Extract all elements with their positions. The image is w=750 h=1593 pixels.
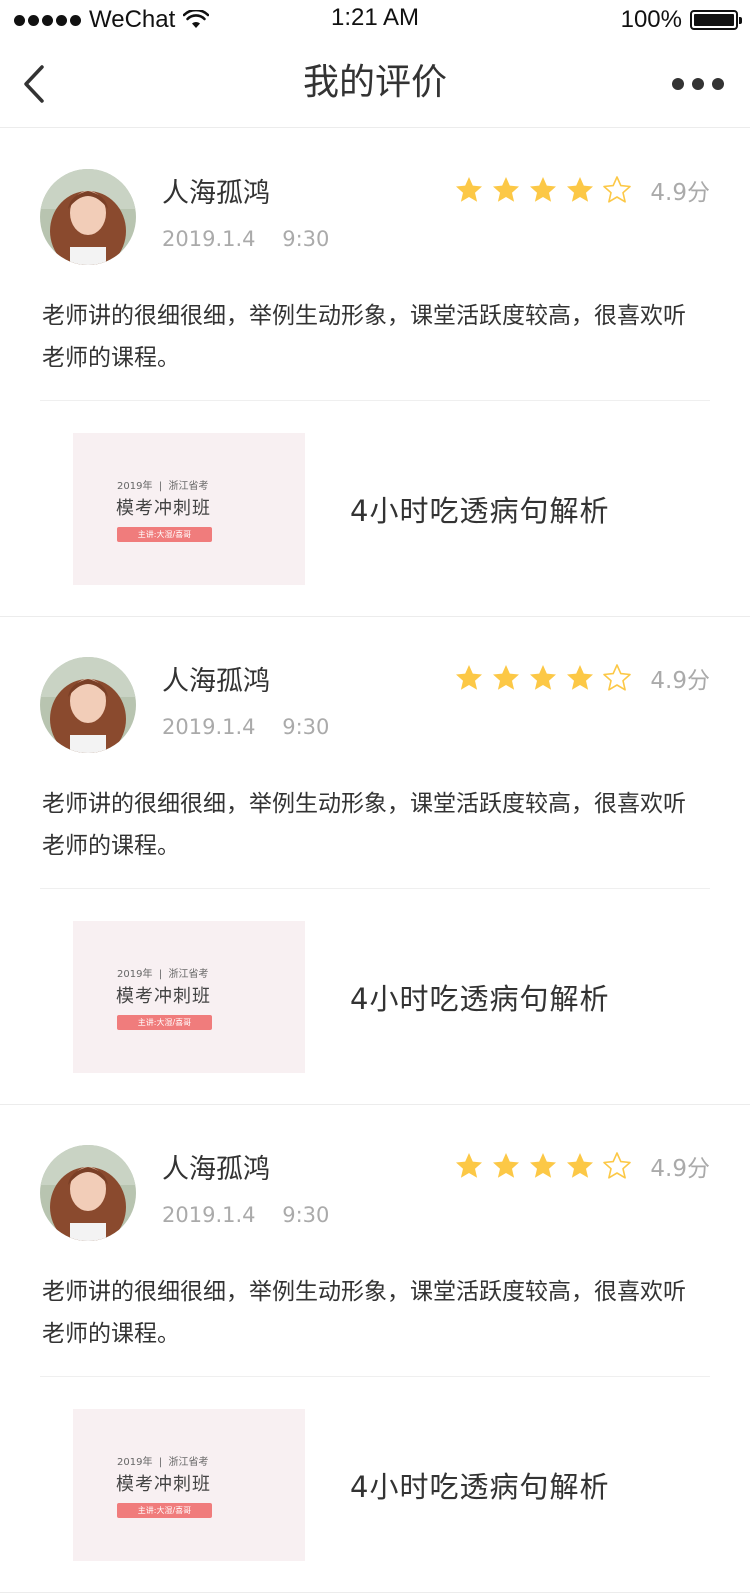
avatar[interactable] — [40, 1145, 136, 1241]
course-thumbnail[interactable]: 2019年 | 浙江省考 模考冲刺班 主讲:大湿/喜哥 — [73, 1409, 305, 1561]
avatar[interactable] — [40, 657, 136, 753]
score: 4.9分 — [650, 1156, 710, 1182]
avatar-image — [40, 169, 136, 265]
review-date: 2019.1.4 9:30 — [162, 715, 330, 739]
review-list: 人海孤鸿 2019.1.4 9:30 4.9分 老师讲的很细很细，举例生动形象，… — [0, 129, 750, 1593]
rating: 4.9分 — [454, 661, 710, 695]
thumb-title: 模考冲刺班 — [116, 498, 211, 519]
more-button[interactable] — [672, 76, 724, 92]
more-dot-icon — [692, 78, 704, 90]
review-card[interactable]: 人海孤鸿 2019.1.4 9:30 4.9分 老师讲的很细很细，举例生动形象，… — [0, 1105, 750, 1593]
avatar[interactable] — [40, 169, 136, 265]
review-date: 2019.1.4 9:30 — [162, 227, 330, 251]
star-filled-icon — [493, 1153, 520, 1178]
star-rating — [454, 175, 632, 205]
star-filled-icon — [456, 1153, 483, 1178]
course-title[interactable]: 4小时吃透病句解析 — [350, 1468, 609, 1506]
star-filled-icon — [456, 177, 483, 202]
thumb-tag: 主讲:大湿/喜哥 — [117, 1503, 212, 1518]
review-card[interactable]: 人海孤鸿 2019.1.4 9:30 4.9分 老师讲的很细很细，举例生动形象，… — [0, 617, 750, 1105]
star-filled-icon — [567, 1153, 594, 1178]
star-empty-icon — [603, 664, 632, 691]
more-dot-icon — [672, 78, 684, 90]
star-filled-icon — [530, 177, 557, 202]
navigation-bar: 我的评价 — [0, 40, 750, 128]
star-empty-icon — [603, 1152, 632, 1179]
user-name: 人海孤鸿 — [162, 1154, 270, 1185]
battery-icon — [690, 10, 742, 30]
score: 4.9分 — [650, 668, 710, 694]
star-filled-icon — [456, 665, 483, 690]
avatar-image — [40, 657, 136, 753]
course-thumbnail[interactable]: 2019年 | 浙江省考 模考冲刺班 主讲:大湿/喜哥 — [73, 921, 305, 1073]
star-rating — [454, 663, 632, 693]
rating: 4.9分 — [454, 173, 710, 207]
rating: 4.9分 — [454, 1149, 710, 1183]
divider — [40, 888, 710, 889]
thumb-title: 模考冲刺班 — [116, 986, 211, 1007]
thumb-tag: 主讲:大湿/喜哥 — [117, 527, 212, 542]
course-title[interactable]: 4小时吃透病句解析 — [350, 492, 609, 530]
thumb-subtitle: 2019年 | 浙江省考 — [117, 969, 209, 980]
star-filled-icon — [530, 665, 557, 690]
thumb-subtitle: 2019年 | 浙江省考 — [117, 1457, 209, 1468]
star-filled-icon — [493, 177, 520, 202]
user-name: 人海孤鸿 — [162, 178, 270, 209]
review-date: 2019.1.4 9:30 — [162, 1203, 330, 1227]
battery-percentage: 100% — [620, 6, 682, 33]
star-filled-icon — [567, 665, 594, 690]
thumb-subtitle: 2019年 | 浙江省考 — [117, 481, 209, 492]
status-right: 100% — [620, 6, 742, 34]
review-card[interactable]: 人海孤鸿 2019.1.4 9:30 4.9分 老师讲的很细很细，举例生动形象，… — [0, 129, 750, 617]
review-comment: 老师讲的很细很细，举例生动形象，课堂活跃度较高，很喜欢听老师的课程。 — [42, 791, 686, 859]
review-comment: 老师讲的很细很细，举例生动形象，课堂活跃度较高，很喜欢听老师的课程。 — [42, 303, 686, 371]
divider — [40, 1376, 710, 1377]
status-bar: WeChat 1:21 AM 100% — [0, 0, 750, 40]
score: 4.9分 — [650, 180, 710, 206]
star-filled-icon — [493, 665, 520, 690]
thumb-tag: 主讲:大湿/喜哥 — [117, 1015, 212, 1030]
avatar-image — [40, 1145, 136, 1241]
more-dot-icon — [712, 78, 724, 90]
user-name: 人海孤鸿 — [162, 666, 270, 697]
page-title: 我的评价 — [302, 62, 447, 103]
divider — [40, 400, 710, 401]
star-rating — [454, 1151, 632, 1181]
course-thumbnail[interactable]: 2019年 | 浙江省考 模考冲刺班 主讲:大湿/喜哥 — [73, 433, 305, 585]
thumb-title: 模考冲刺班 — [116, 1474, 211, 1495]
star-filled-icon — [530, 1153, 557, 1178]
course-title[interactable]: 4小时吃透病句解析 — [350, 980, 609, 1018]
star-empty-icon — [603, 176, 632, 203]
star-filled-icon — [567, 177, 594, 202]
review-comment: 老师讲的很细很细，举例生动形象，课堂活跃度较高，很喜欢听老师的课程。 — [42, 1279, 686, 1347]
